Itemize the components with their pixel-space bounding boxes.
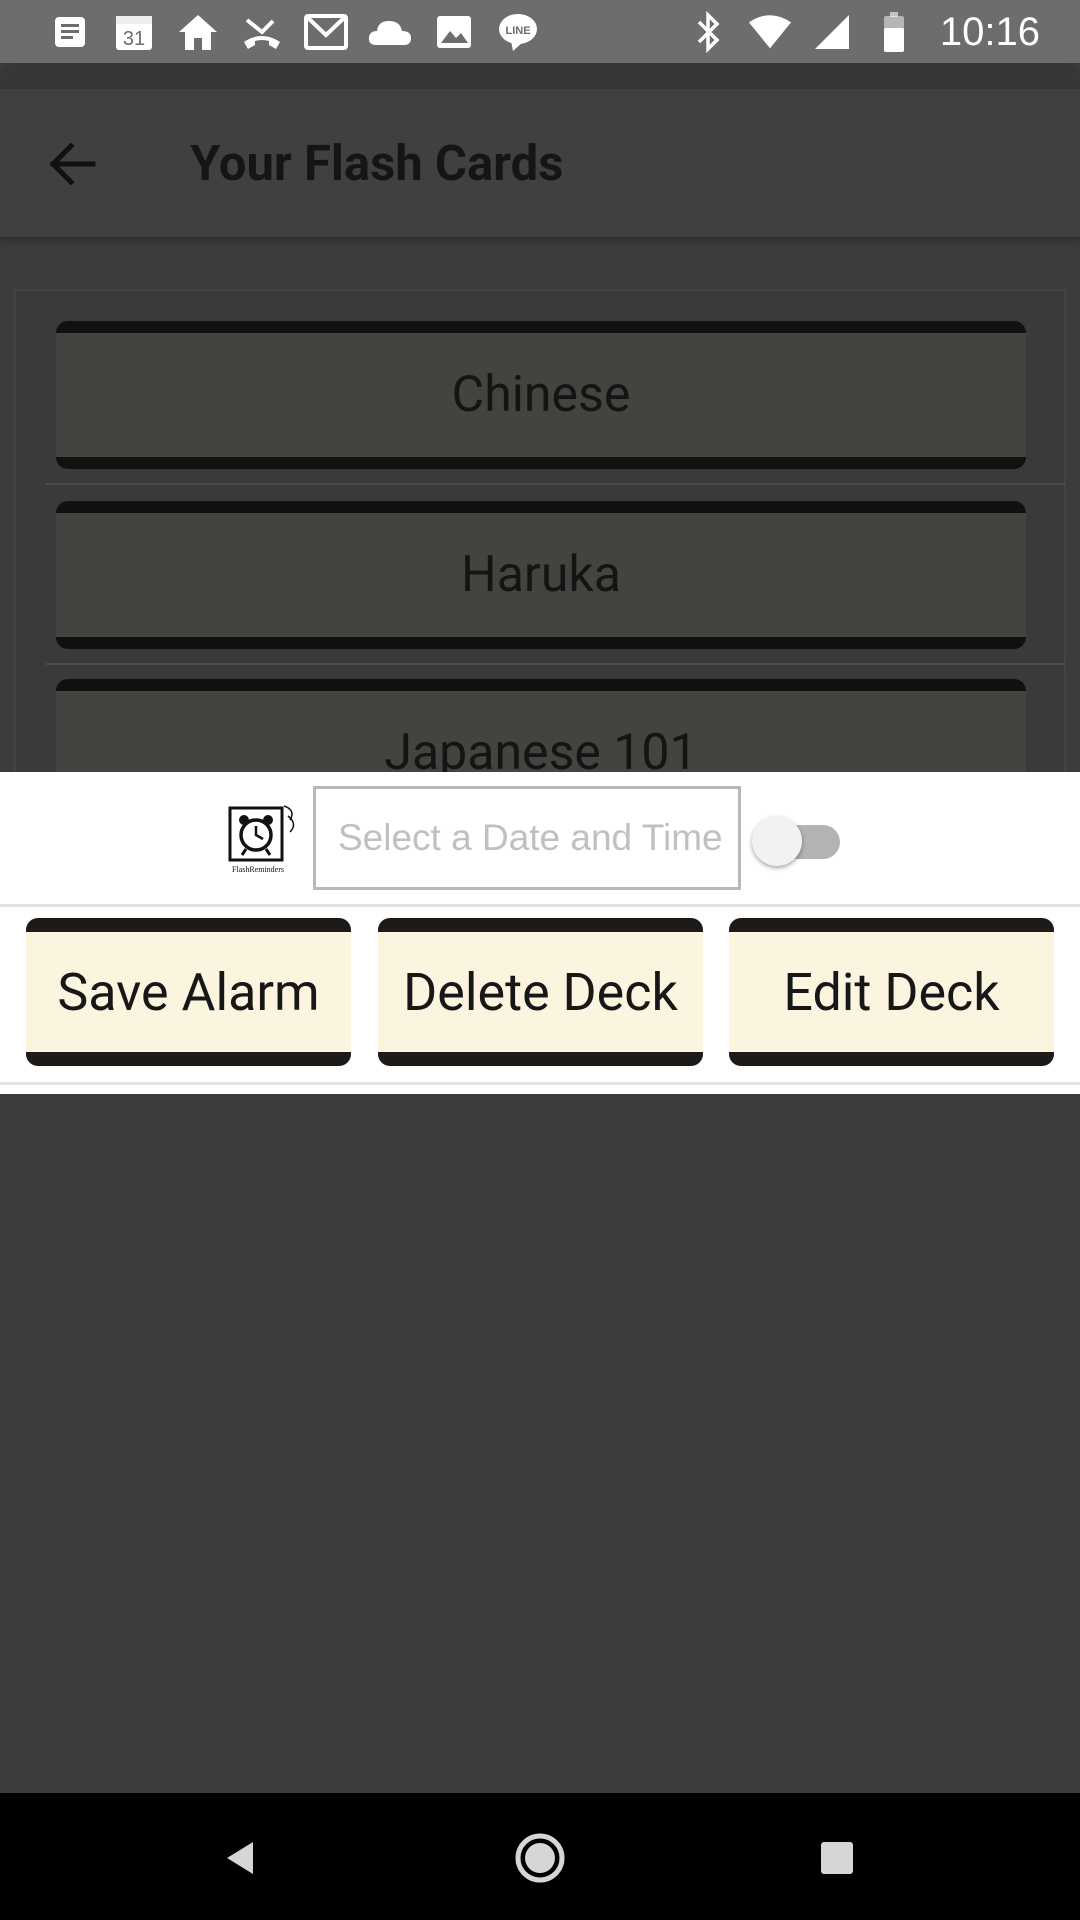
app-screen: Your Flash Cards Chinese Haruka Japanese…	[0, 63, 1080, 1793]
page-title: Your Flash Cards	[190, 135, 564, 192]
flashreminders-logo: FlashReminders	[226, 802, 302, 876]
appbar-top-strip	[0, 63, 1080, 89]
calendar-day: 31	[123, 28, 145, 50]
save-alarm-button[interactable]: Save Alarm	[26, 918, 351, 1066]
bluetooth-icon	[686, 10, 730, 54]
recents-square-icon	[821, 1842, 853, 1874]
toggle-thumb	[752, 816, 802, 866]
edit-deck-label: Edit Deck	[729, 932, 1054, 1052]
svg-text:LINE: LINE	[505, 25, 530, 37]
deck-label: Haruka	[461, 546, 621, 604]
gmail-icon	[304, 10, 348, 54]
arrow-back-icon	[49, 142, 96, 186]
list-divider	[46, 663, 1066, 665]
deck-item-haruka[interactable]: Haruka	[56, 501, 1026, 649]
nav-home-button[interactable]	[505, 1823, 575, 1893]
notes-icon	[48, 10, 92, 54]
list-divider	[46, 483, 1066, 485]
clock: 10:16	[939, 9, 1040, 54]
navigation-bar	[0, 1793, 1080, 1920]
nav-recents-button[interactable]	[802, 1823, 872, 1893]
signal-icon	[810, 10, 854, 54]
status-bar: 31 LINE 10:16	[0, 0, 1080, 63]
cloud-icon	[368, 10, 412, 54]
alarm-row: FlashReminders	[0, 772, 1080, 904]
panel-bottom-border	[0, 1082, 1080, 1085]
nav-back-button[interactable]	[206, 1823, 276, 1893]
date-time-input[interactable]	[313, 786, 741, 890]
home-circle-icon	[515, 1833, 565, 1883]
deck-item-chinese[interactable]: Chinese	[56, 321, 1026, 469]
deck-list: Chinese Haruka Japanese 101	[14, 289, 1066, 827]
deck-label: Chinese	[451, 366, 631, 424]
notification-icons: 31 LINE	[48, 8, 540, 56]
action-buttons: Save Alarm Delete Deck Edit Deck	[0, 918, 1080, 1068]
alarm-toggle[interactable]	[752, 816, 848, 866]
app-bar: Your Flash Cards	[0, 89, 1080, 237]
calendar-icon: 31	[112, 10, 156, 54]
back-button[interactable]	[44, 135, 102, 193]
image-icon	[432, 10, 476, 54]
system-icons: 10:16	[686, 8, 1040, 56]
home-icon	[176, 10, 220, 54]
delete-deck-button[interactable]: Delete Deck	[378, 918, 703, 1066]
back-triangle-icon	[227, 1842, 253, 1874]
alarm-panel: FlashReminders Save Alarm Delete Deck Ed…	[0, 772, 1080, 1094]
battery-icon	[872, 10, 916, 54]
panel-divider	[0, 904, 1080, 907]
wifi-icon	[748, 10, 792, 54]
missed-call-icon	[240, 10, 284, 54]
line-icon: LINE	[496, 10, 540, 54]
delete-deck-label: Delete Deck	[378, 932, 703, 1052]
logo-text: FlashReminders	[232, 865, 284, 874]
save-alarm-label: Save Alarm	[26, 932, 351, 1052]
edit-deck-button[interactable]: Edit Deck	[729, 918, 1054, 1066]
